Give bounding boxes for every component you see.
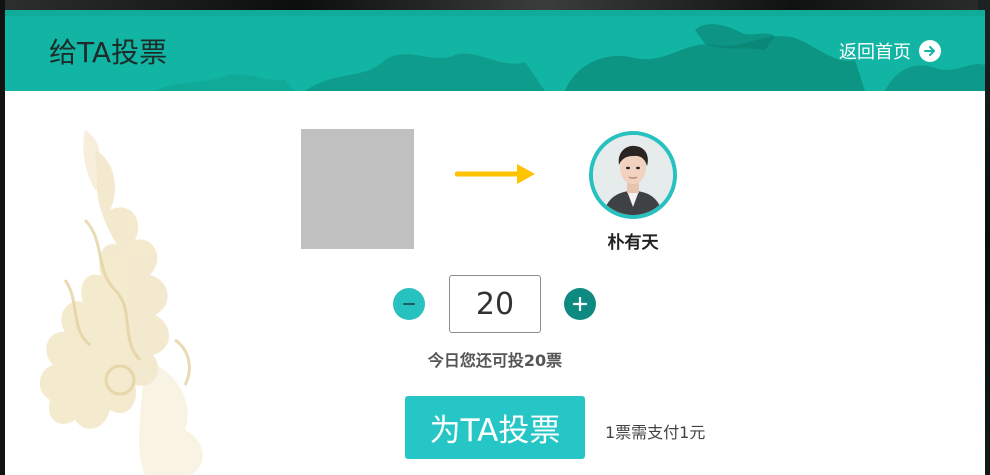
back-home-link[interactable]: 返回首页 xyxy=(839,38,941,64)
back-home-label: 返回首页 xyxy=(839,42,911,63)
arrow-right-icon xyxy=(455,164,535,184)
page-title: 给TA投票 xyxy=(49,36,168,69)
vote-count-input[interactable]: 20 xyxy=(449,275,541,333)
plus-icon xyxy=(572,296,588,312)
candidate-portrait-image xyxy=(593,135,673,215)
vote-panel: 给TA投票 返回首页 朴有天 20 今日您还可投20票 为TA投票 1票需支付1… xyxy=(5,10,985,475)
increase-button[interactable] xyxy=(564,288,596,320)
decrease-button[interactable] xyxy=(393,288,425,320)
price-note: 1票需支付1元 xyxy=(605,423,706,442)
arrow-right-circle-icon xyxy=(919,40,941,62)
minus-icon xyxy=(403,303,415,305)
vote-page: 给TA投票 返回首页 朴有天 20 今日您还可投20票 为TA投票 1票需支付1… xyxy=(0,0,990,475)
remaining-votes-text: 今日您还可投20票 xyxy=(427,351,563,370)
candidate-name: 朴有天 xyxy=(607,233,659,253)
phoenix-decoration-image xyxy=(39,130,203,475)
vote-submit-button[interactable]: 为TA投票 xyxy=(405,396,585,459)
panel-header: 给TA投票 返回首页 xyxy=(5,10,985,91)
voter-image-placeholder xyxy=(301,129,414,249)
candidate-avatar[interactable] xyxy=(593,135,673,215)
